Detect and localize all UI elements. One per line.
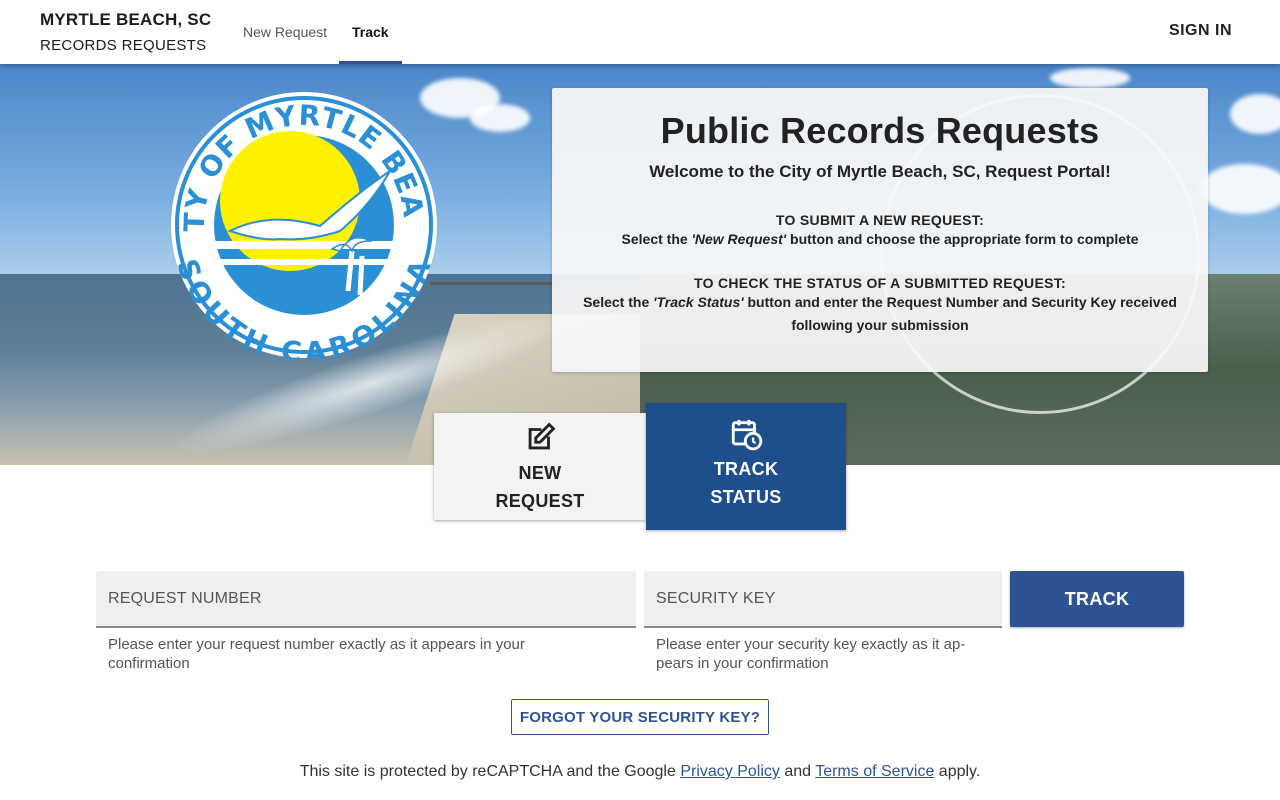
recaptcha-and: and [779,763,816,780]
brand-title: MYRTLE BEACH, SC [40,10,212,29]
cloud-decoration [1050,68,1130,88]
new-request-tile[interactable]: NEW REQUEST [434,413,646,520]
welcome-text: Welcome to the City of Myrtle Beach, SC,… [649,162,1111,181]
city-seal-logo: CITY OF MYRTLE BEACH SOUTH CAROLINA [170,91,437,359]
forgot-security-key-button[interactable]: FORGOT YOUR SECURITY KEY? [511,699,769,735]
track-status-label-line1: TRACK [713,459,779,479]
cloud-decoration [470,104,530,132]
status-post: button and enter the Request Number and … [743,294,1177,333]
submit-heading: TO SUBMIT A NEW REQUEST: [775,212,985,228]
new-request-label-line2: REQUEST [495,491,585,511]
status-pre: Select the [583,294,654,310]
submit-post: button and choose the appropriate form t… [786,231,1139,247]
hero-banner: CITY OF MYRTLE BEACH SOUTH CAROLINA Publ… [0,64,1280,465]
info-panel: Public Records Requests Welcome to the C… [552,88,1208,372]
nav-track[interactable]: Track [339,0,402,64]
security-key-field [644,571,1002,628]
page-title: Public Records Requests [660,110,1100,151]
app-header: MYRTLE BEACH, SC RECORDS REQUESTS New Re… [0,0,1280,64]
track-status-label: TRACK STATUS [646,455,846,511]
recaptcha-prefix: This site is protected by reCAPTCHA and … [299,763,681,780]
recaptcha-suffix: apply. [934,763,981,780]
new-request-label: NEW REQUEST [434,459,646,515]
terms-of-service-link[interactable]: Terms of Service [815,763,934,780]
track-status-tile[interactable]: TRACK STATUS [646,403,846,530]
track-button[interactable]: TRACK [1010,571,1184,627]
cloud-decoration [1230,94,1280,134]
submit-pre: Select the [621,231,692,247]
site-brand[interactable]: MYRTLE BEACH, SC RECORDS REQUESTS [40,10,211,54]
new-request-label-line1: NEW [518,463,562,483]
nav-new-request[interactable]: New Request [230,0,340,64]
security-key-input[interactable] [644,571,1002,626]
request-number-input[interactable] [96,571,636,626]
calendar-clock-icon [731,419,763,451]
request-number-hint: Please enter your request number exactly… [108,636,525,672]
status-instructions: Select the 'Track Status' button and ent… [552,291,1208,337]
submit-instructions: Select the 'New Request' button and choo… [552,228,1208,251]
cloud-decoration [1200,164,1280,214]
pier [430,282,560,285]
sign-in-button[interactable]: SIGN IN [1169,0,1232,64]
brand-subtitle: RECORDS REQUESTS [40,37,207,54]
status-emphasis: 'Track Status' [653,294,744,310]
edit-icon [528,422,556,450]
request-number-field [96,571,636,628]
status-heading: TO CHECK THE STATUS OF A SUBMITTED REQUE… [694,275,1066,291]
track-status-label-line2: STATUS [710,487,782,507]
privacy-policy-link[interactable]: Privacy Policy [680,763,780,780]
recaptcha-notice: This site is protected by reCAPTCHA and … [0,763,1280,781]
submit-emphasis: 'New Request' [691,231,787,247]
security-key-hint: Please enter your security key exactly a… [656,636,966,672]
